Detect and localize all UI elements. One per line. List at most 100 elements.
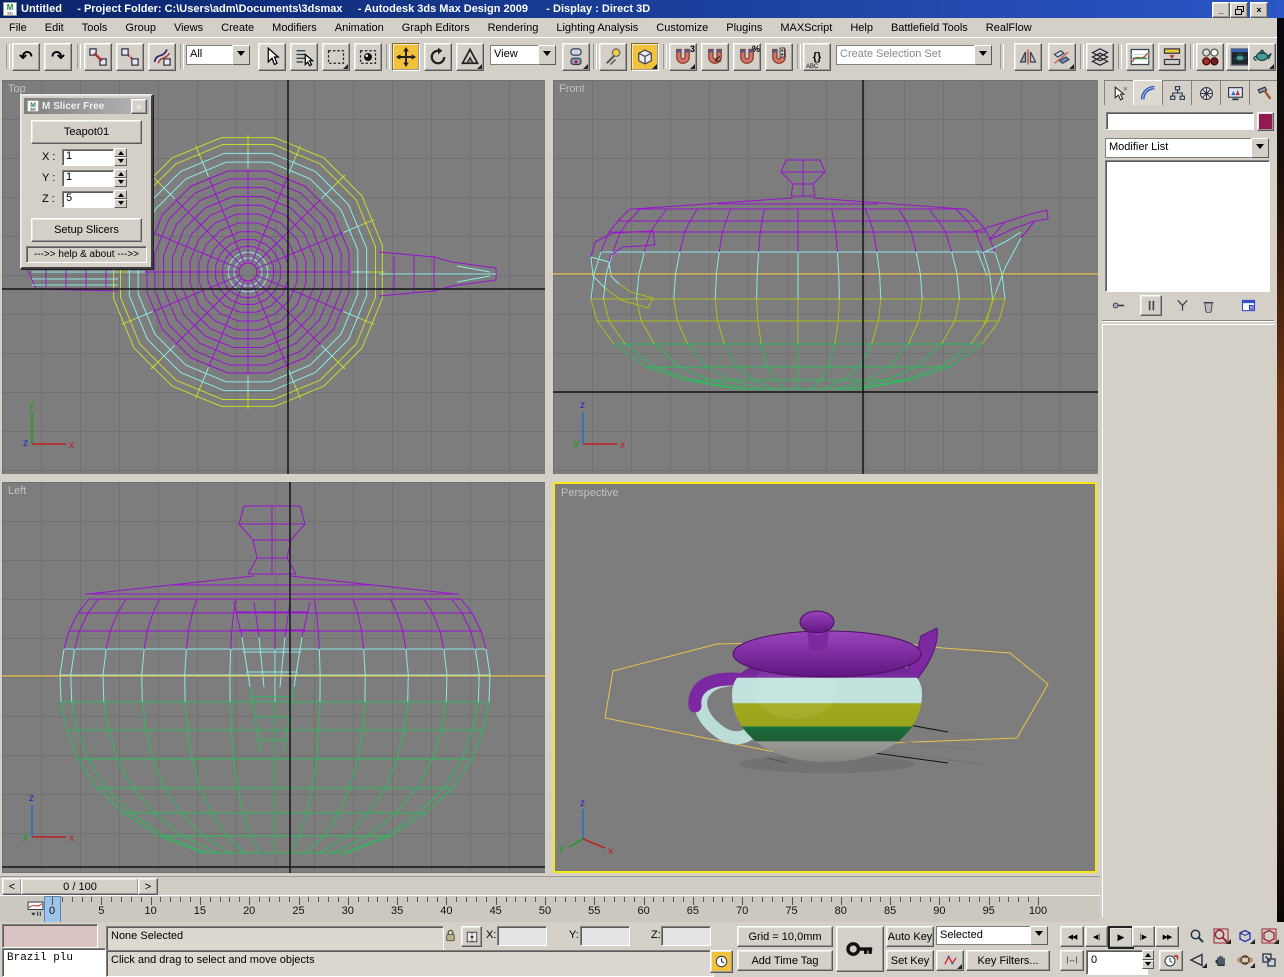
close-button[interactable]: × (1250, 2, 1268, 18)
dropdown-arrow-icon[interactable] (538, 45, 556, 65)
zoom-extents-all-icon[interactable] (1258, 926, 1280, 945)
tab-motion[interactable] (1191, 80, 1221, 105)
slicer-close-icon[interactable]: × (131, 99, 147, 114)
viewport-perspective[interactable]: Perspective zxy (553, 482, 1097, 873)
viewport-front-label[interactable]: Front (559, 83, 585, 95)
percent-snap-toggle-icon[interactable]: % (733, 43, 761, 71)
auto-key-button[interactable]: Auto Key (886, 926, 934, 947)
configure-modifier-sets-icon[interactable] (1238, 296, 1258, 314)
selection-filter-dropdown[interactable]: All (186, 45, 250, 65)
time-slider-handle[interactable]: 0 / 100 (21, 878, 139, 895)
undo-icon[interactable]: ↶ (12, 43, 40, 71)
curve-editor-icon[interactable] (1126, 43, 1154, 71)
dropdown-arrow-icon[interactable] (1030, 926, 1048, 945)
menu-item[interactable]: Modifiers (263, 20, 326, 36)
menu-item[interactable]: Plugins (717, 20, 771, 36)
dropdown-arrow-icon[interactable] (232, 45, 250, 65)
previous-frame-arrow[interactable]: < (2, 878, 22, 895)
show-end-result-icon[interactable] (1140, 295, 1162, 316)
tab-hierarchy[interactable] (1162, 80, 1192, 105)
arc-rotate-icon[interactable] (1234, 950, 1256, 969)
zoom-extents-icon[interactable] (1234, 926, 1256, 945)
slicer-object-button[interactable]: Teapot01 (31, 120, 142, 144)
frame-spinner[interactable] (1142, 950, 1154, 969)
zoom-icon[interactable] (1186, 926, 1208, 945)
go-to-end-icon[interactable]: ▶▶ (1155, 926, 1179, 947)
menu-item[interactable]: Views (165, 20, 212, 36)
tab-create[interactable] (1104, 80, 1134, 105)
set-keys-button[interactable] (836, 926, 884, 972)
select-and-move-icon[interactable] (392, 43, 420, 71)
menu-item[interactable]: Edit (36, 20, 73, 36)
pan-view-icon[interactable] (1210, 950, 1232, 969)
named-selection-sets-icon[interactable]: {}ABC (803, 43, 831, 71)
slicer-dialog[interactable]: M Slicer Free × Teapot01 X : 1 Y : 1 Z :… (20, 94, 153, 269)
angle-snap-toggle-icon[interactable] (701, 43, 729, 71)
quick-render-icon[interactable] (1248, 43, 1276, 71)
go-to-start-icon[interactable]: ◀◀ (1060, 926, 1084, 947)
menu-item[interactable]: Lighting Analysis (547, 20, 647, 36)
maxscript-listener-line[interactable] (2, 924, 98, 948)
menu-item[interactable]: MAXScript (771, 20, 841, 36)
viewport-left[interactable]: Left zxy (2, 482, 545, 873)
select-and-rotate-icon[interactable] (424, 43, 452, 71)
maximize-viewport-toggle-icon[interactable] (1258, 950, 1280, 969)
z-coord-field[interactable] (661, 926, 711, 946)
slicer-x-spinner[interactable] (114, 148, 127, 166)
slicer-setup-button[interactable]: Setup Slicers (31, 218, 142, 242)
menu-item[interactable]: Create (212, 20, 263, 36)
remove-modifier-icon[interactable] (1198, 296, 1218, 314)
tab-modify[interactable] (1133, 80, 1163, 105)
layer-manager-icon[interactable] (1086, 43, 1114, 71)
spinner-snap-toggle-icon[interactable] (765, 43, 793, 71)
object-name-field[interactable] (1106, 112, 1254, 130)
menu-item[interactable]: Battlefield Tools (882, 20, 977, 36)
schematic-view-icon[interactable] (1158, 43, 1186, 71)
selection-lock-icon[interactable] (441, 926, 459, 945)
y-coord-field[interactable] (580, 926, 630, 946)
object-color-swatch[interactable] (1257, 112, 1274, 131)
select-by-name-icon[interactable] (290, 43, 318, 71)
use-pivot-point-center-icon[interactable] (562, 43, 590, 71)
select-and-link-icon[interactable] (84, 43, 112, 71)
material-editor-icon[interactable] (1196, 43, 1224, 71)
default-in-out-tangent-icon[interactable] (936, 950, 964, 971)
x-coord-field[interactable] (497, 926, 547, 946)
tab-utilities[interactable] (1249, 80, 1279, 105)
menu-item[interactable]: RealFlow (977, 20, 1041, 36)
menu-item[interactable]: Group (116, 20, 165, 36)
slicer-help-link[interactable]: --->> help & about --->> (26, 246, 147, 263)
selected-key-filter-dropdown[interactable]: Selected (936, 926, 1048, 945)
time-tag-clock-icon[interactable] (710, 950, 733, 973)
select-and-scale-icon[interactable] (456, 43, 484, 71)
slicer-x-field[interactable]: 1 (62, 149, 114, 166)
next-frame-arrow[interactable]: > (138, 878, 158, 895)
modifier-stack-list[interactable] (1105, 160, 1270, 292)
maxscript-listener-input[interactable]: Brazil plu (2, 948, 106, 977)
restore-button[interactable] (1230, 2, 1248, 18)
slicer-z-field[interactable]: 5 (62, 191, 114, 208)
rectangular-selection-region-icon[interactable] (322, 43, 350, 71)
viewport-front[interactable]: Front zxy (553, 80, 1098, 474)
key-mode-toggle-icon[interactable]: |↔| (1060, 950, 1084, 971)
menu-item[interactable]: File (0, 20, 36, 36)
snaps-toggle-icon[interactable] (631, 43, 659, 71)
viewport-perspective-label[interactable]: Perspective (561, 487, 618, 499)
tab-display[interactable] (1220, 80, 1250, 105)
time-configuration-icon[interactable] (1159, 950, 1183, 971)
track-bar[interactable]: 0510152025303540455055606570758085909510… (0, 895, 1100, 923)
select-and-manipulate-icon[interactable] (599, 43, 627, 71)
slicer-y-spinner[interactable] (114, 169, 127, 187)
key-filters-button[interactable]: Key Filters... (966, 950, 1050, 971)
next-frame-icon[interactable]: |▶ (1132, 926, 1155, 947)
redo-icon[interactable]: ↷ (44, 43, 72, 71)
menu-item[interactable]: Tools (73, 20, 117, 36)
menu-item[interactable]: Graph Editors (393, 20, 479, 36)
bind-to-space-warp-icon[interactable] (148, 43, 176, 71)
align-icon[interactable] (1048, 43, 1076, 71)
window-crossing-toggle-icon[interactable] (354, 43, 382, 71)
menu-item[interactable]: Help (841, 20, 882, 36)
slicer-y-field[interactable]: 1 (62, 170, 114, 187)
pin-stack-icon[interactable] (1108, 296, 1128, 314)
reference-coordinate-system-dropdown[interactable]: View (490, 45, 556, 65)
